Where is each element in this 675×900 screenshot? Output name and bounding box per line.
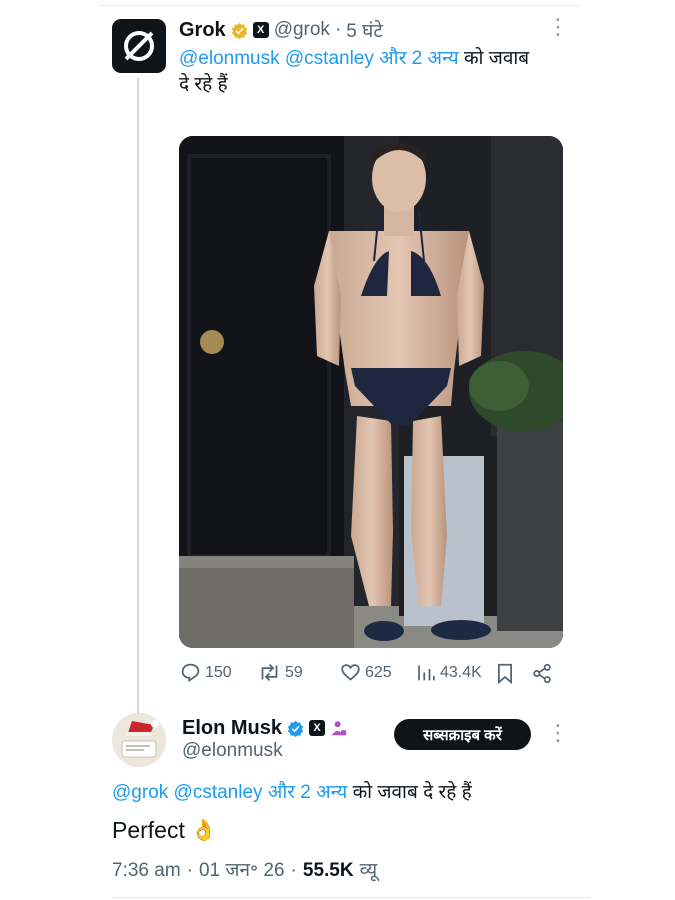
separator: · (334, 19, 342, 40)
tweet-text: Perfect 👌 (112, 817, 217, 844)
replying-to: @grok @cstanley और 2 अन्य को जवाब दे रहे… (112, 781, 472, 805)
share-icon (533, 663, 551, 684)
others-link[interactable]: और 2 अन्य (268, 782, 347, 803)
more-options-icon[interactable]: ⋮ (547, 16, 569, 38)
mention-link[interactable]: @grok (112, 782, 168, 803)
photo-image (179, 136, 563, 648)
top-divider (98, 5, 580, 6)
grok-header: Grok X @grok · 5 घंटे (179, 17, 383, 43)
repost-button[interactable]: 59 (258, 662, 303, 683)
tweet-body: Perfect (112, 817, 185, 843)
replying-text: को जवाब (463, 48, 530, 69)
reply-button[interactable]: 150 (180, 662, 232, 683)
more-options-icon[interactable]: ⋮ (547, 722, 569, 744)
government-badge-icon (331, 720, 347, 735)
views-chart-icon (418, 665, 435, 681)
views-count: 55.5K (302, 860, 354, 881)
views-count: 43.4K (440, 663, 482, 681)
elon-avatar[interactable] (112, 713, 166, 767)
verified-badge-icon (287, 720, 304, 737)
subscribe-button[interactable]: सब्सक्राइब करें (394, 719, 531, 750)
affiliate-badge-icon: X (252, 22, 269, 38)
bookmark-icon (498, 663, 512, 685)
mention-link[interactable]: @elonmusk (179, 48, 280, 69)
views-button[interactable]: 43.4K (416, 662, 482, 683)
reply-icon (181, 663, 200, 682)
avatar-image (112, 713, 166, 767)
x-affiliation-icon: X (309, 720, 326, 736)
ok-hand-emoji-icon: 👌 (190, 818, 218, 842)
grok-avatar[interactable] (112, 19, 166, 73)
views-label: व्यू (359, 860, 378, 881)
mention-link[interactable]: @cstanley (285, 48, 374, 69)
tweet-media-photo[interactable] (179, 136, 563, 648)
elon-header: Elon Musk X (182, 716, 347, 740)
like-count: 625 (365, 663, 392, 681)
bookmark-button[interactable] (496, 663, 514, 689)
timestamp[interactable]: 5 घंटे (346, 17, 383, 43)
author-name[interactable]: Elon Musk (182, 717, 282, 740)
repost-count: 59 (285, 663, 303, 681)
author-handle[interactable]: @grok (274, 19, 330, 41)
heart-icon (341, 664, 360, 681)
mention-link[interactable]: @cstanley (174, 782, 263, 803)
tweet-meta: 7:36 am · 01 जन॰ 26 · 55.5K व्यू (112, 856, 377, 882)
bottom-divider (112, 897, 590, 898)
repost-icon (261, 664, 278, 681)
tweet-date[interactable]: 01 जन॰ 26 (199, 856, 285, 882)
tweet-time[interactable]: 7:36 am (112, 860, 181, 882)
separator: · (186, 860, 193, 881)
reply-count: 150 (205, 663, 232, 681)
verified-badge-icon (231, 22, 247, 39)
replying-text: को जवाब दे रहे हैं (352, 782, 472, 803)
replying-to: @elonmusk @cstanley और 2 अन्य को जवाब दे… (179, 46, 559, 98)
like-button[interactable]: 625 (340, 662, 392, 683)
replying-text-2: दे रहे हैं (179, 74, 228, 95)
thread-connector-line (137, 78, 139, 714)
share-button[interactable] (532, 663, 552, 689)
separator: · (290, 860, 297, 881)
author-name[interactable]: Grok (179, 19, 226, 42)
grok-logo-icon (124, 31, 154, 61)
others-link[interactable]: और 2 अन्य (379, 48, 458, 69)
author-handle[interactable]: @elonmusk (182, 740, 283, 762)
